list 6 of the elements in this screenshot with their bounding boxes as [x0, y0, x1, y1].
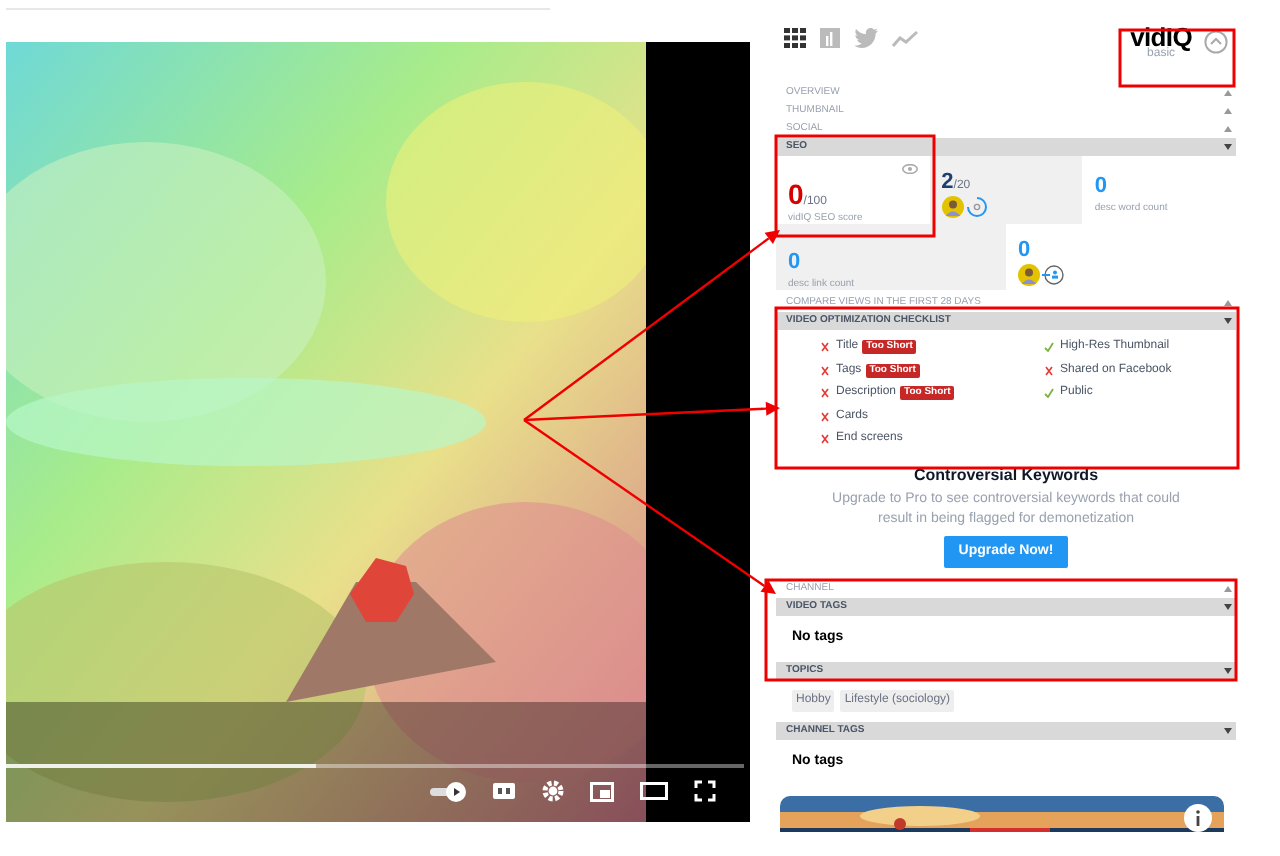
- promo-title: Controversial Keywords: [913, 463, 1099, 487]
- stat-value: 0: [1094, 176, 1107, 198]
- stat-value: 2: [941, 172, 954, 194]
- stat-value: 0: [788, 180, 804, 208]
- stat-value: 0: [1018, 240, 1031, 262]
- stat-value: 0: [788, 252, 801, 274]
